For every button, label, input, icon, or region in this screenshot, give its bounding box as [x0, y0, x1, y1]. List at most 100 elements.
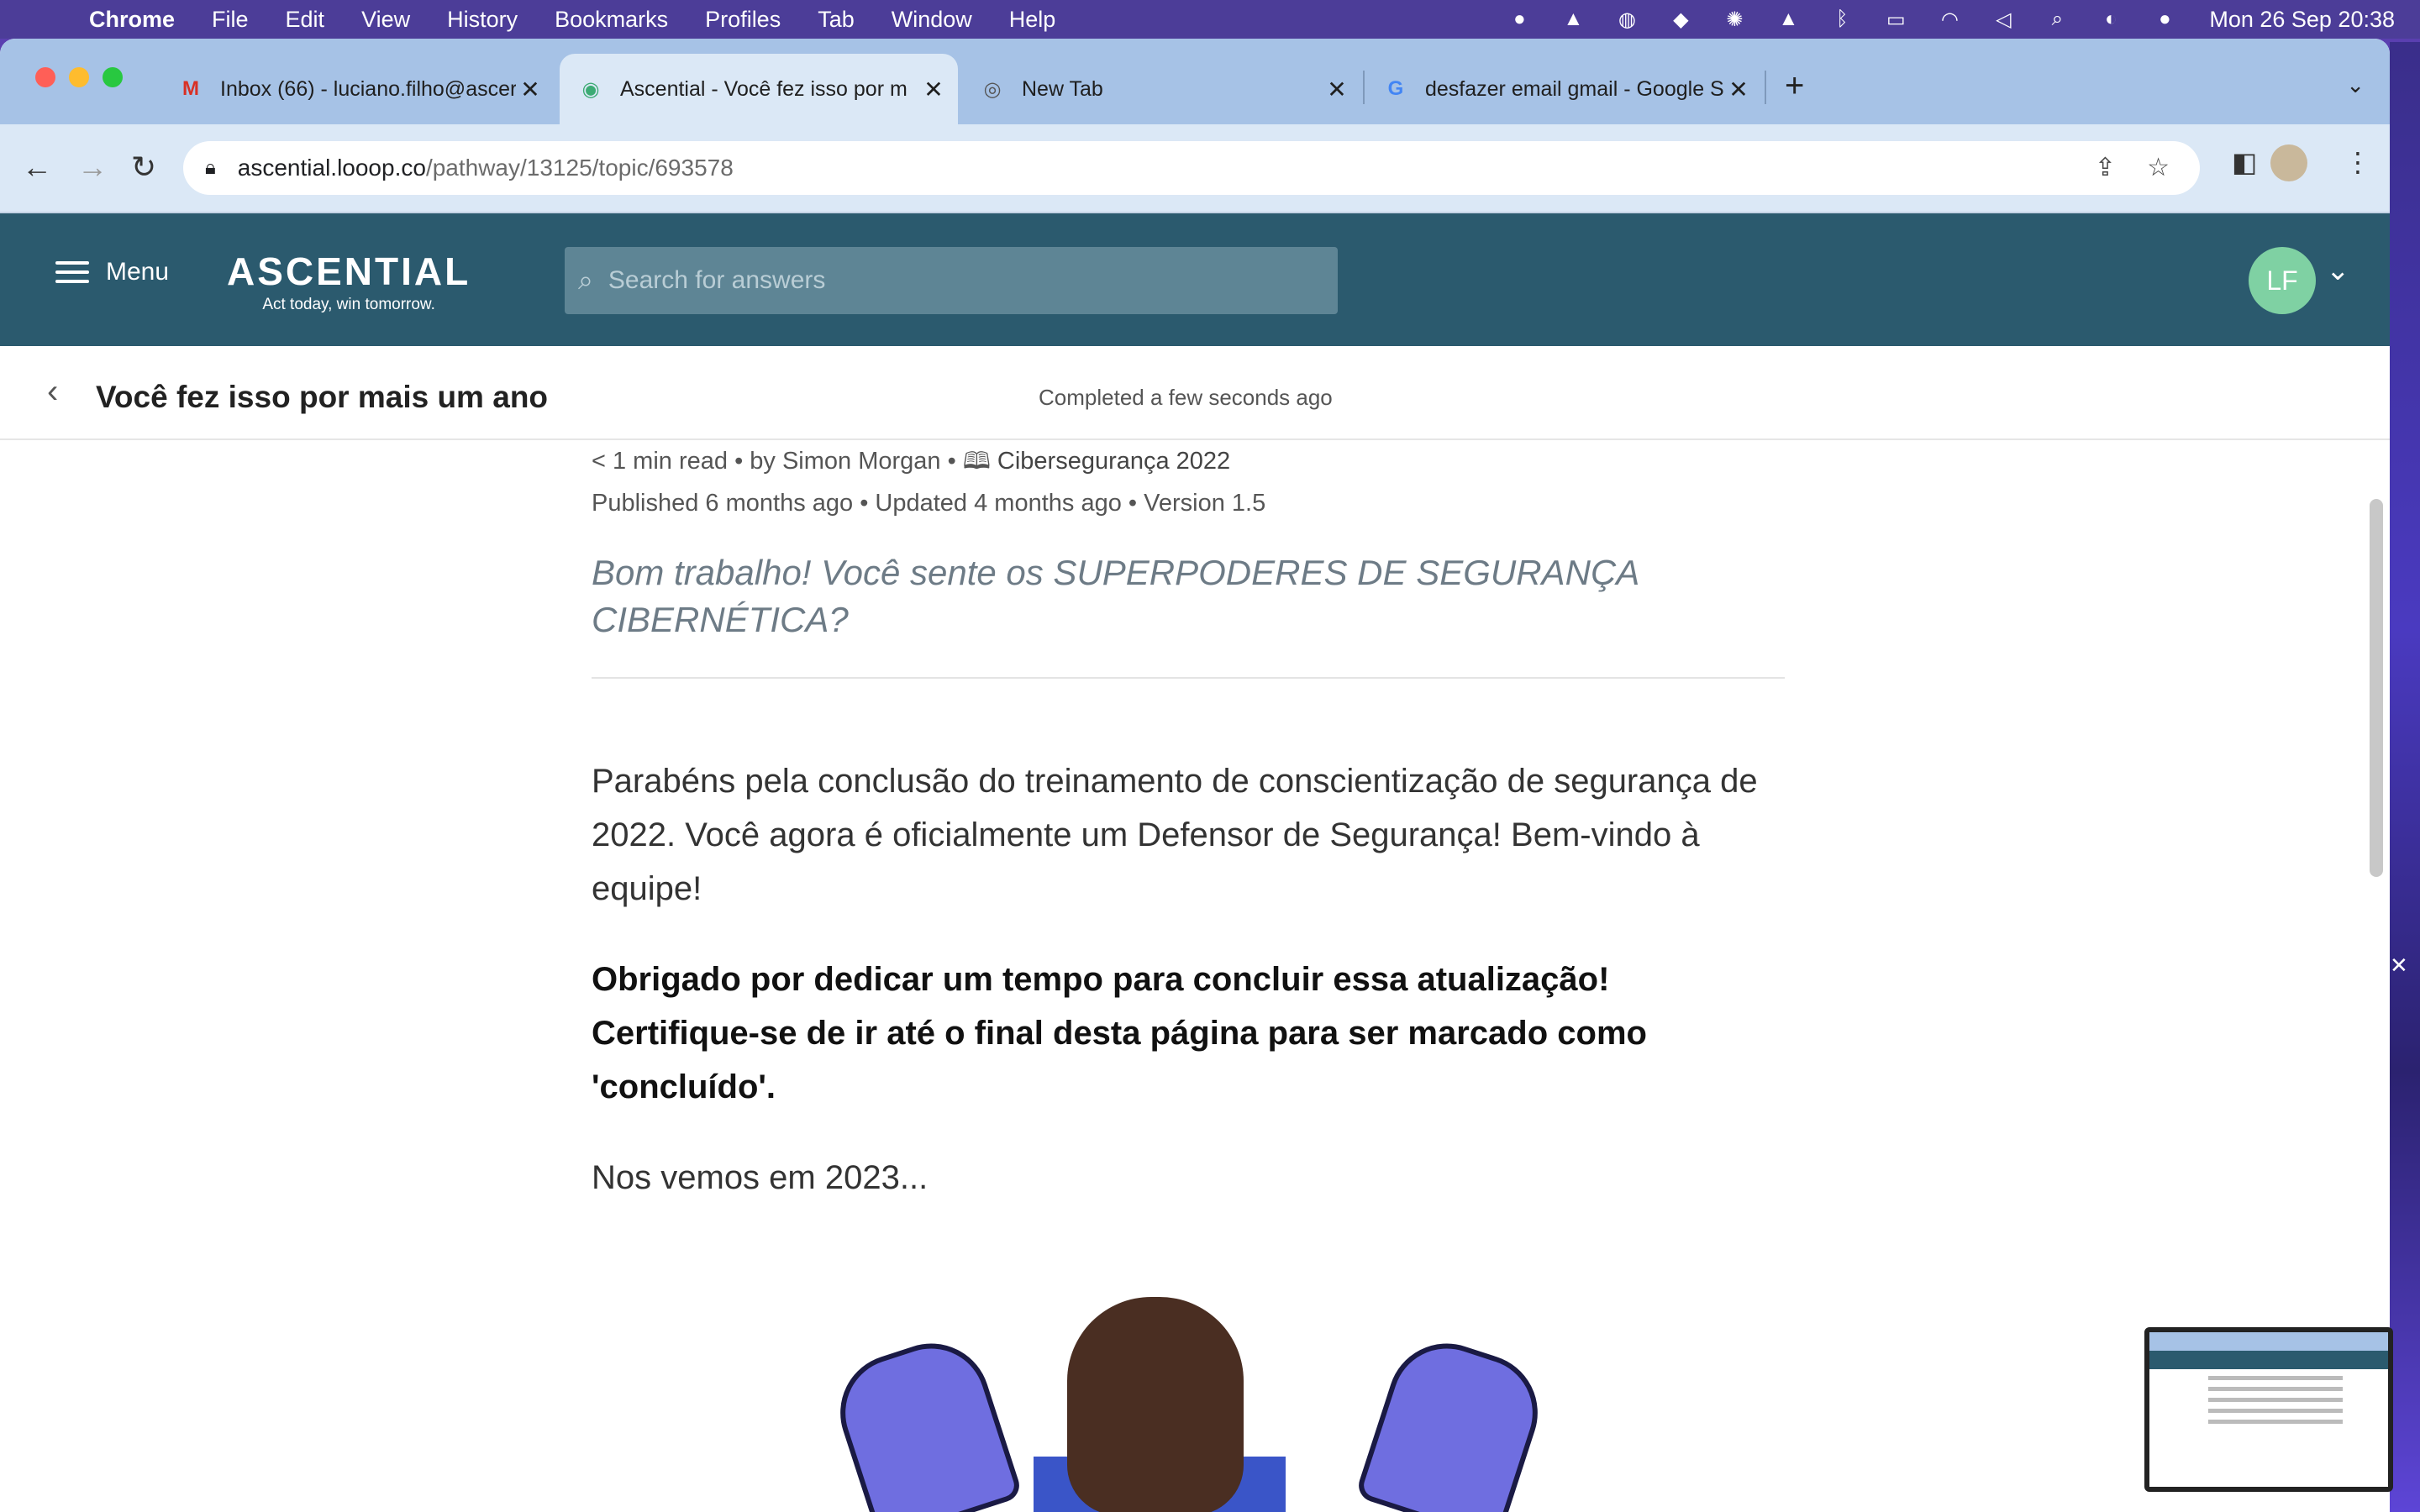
- tab-strip: M Inbox (66) - luciano.filho@ascer ✕ ◉ A…: [0, 39, 2390, 124]
- brand-name: ASCENTIAL: [227, 249, 471, 293]
- address-bar[interactable]: 🔒︎ ascential.looop.co/pathway/13125/topi…: [183, 141, 2200, 195]
- siri-icon[interactable]: ●: [2152, 7, 2177, 32]
- ascential-logo[interactable]: ASCENTIAL Act today, win tomorrow.: [227, 249, 471, 314]
- forward-arrow-icon[interactable]: →: [77, 150, 108, 185]
- looop-icon: ◉: [581, 77, 600, 101]
- tab-search-chevron-icon[interactable]: ⌄: [2346, 72, 2365, 98]
- reload-icon[interactable]: ↻: [131, 150, 156, 185]
- gmail-icon: M: [182, 77, 199, 100]
- tab-title: New Tab: [1022, 76, 1103, 101]
- menu-label: Menu: [106, 258, 170, 286]
- control-center-icon[interactable]: ◐: [2098, 7, 2123, 32]
- thumb-line: [2208, 1387, 2343, 1391]
- search-placeholder: Search for answers: [608, 266, 826, 294]
- tab-title: Ascential - Você fez isso por m: [620, 76, 908, 101]
- search-icon: ⌕: [578, 265, 593, 295]
- tab-new-tab[interactable]: ◎ New Tab ✕: [961, 54, 1361, 124]
- back-arrow-icon[interactable]: ←: [22, 150, 52, 185]
- menu-bookmarks[interactable]: Bookmarks: [555, 7, 668, 33]
- thumb-line: [2208, 1420, 2343, 1424]
- tab-gmail[interactable]: M Inbox (66) - luciano.filho@ascer ✕: [160, 54, 555, 124]
- zoom-window-button[interactable]: [103, 67, 123, 87]
- menu-profiles[interactable]: Profiles: [705, 7, 781, 33]
- close-tab-icon[interactable]: ✕: [1724, 76, 1753, 103]
- close-tab-icon[interactable]: ✕: [919, 76, 948, 103]
- url-domain: ascential.looop.co: [237, 155, 426, 181]
- paragraph-bold: Obrigado por dedicar um tempo para concl…: [592, 961, 1647, 1105]
- tab-ascential[interactable]: ◉ Ascential - Você fez isso por m ✕: [560, 54, 958, 124]
- elephant-icon[interactable]: ◆: [1668, 7, 1693, 32]
- menu-help[interactable]: Help: [1009, 7, 1056, 33]
- book-icon: 🕮︎: [962, 448, 991, 474]
- close-tab-icon[interactable]: ✕: [1323, 76, 1351, 103]
- spotlight-search-icon[interactable]: ⌕: [2044, 7, 2070, 32]
- topic-meta: < 1 min read • by Simon Morgan • 🕮︎ Cibe…: [592, 440, 1785, 524]
- globe-icon[interactable]: ◍: [1614, 7, 1639, 32]
- paragraph: Nos vemos em 2023...: [592, 1159, 929, 1196]
- macos-menu-bar: Chrome File Edit View History Bookmarks …: [0, 0, 2420, 39]
- thumb-line: [2208, 1376, 2343, 1380]
- menu-file[interactable]: File: [212, 7, 249, 33]
- share-icon[interactable]: ⇪: [2095, 153, 2116, 182]
- chevron-down-icon[interactable]: ⌄: [2326, 254, 2350, 287]
- triangle-icon[interactable]: ▲: [1776, 7, 1801, 32]
- avatar[interactable]: LF: [2249, 247, 2316, 314]
- window-controls: [35, 67, 136, 87]
- thumb-line: [2208, 1409, 2343, 1413]
- google-icon: G: [1387, 77, 1404, 100]
- tab-title: Inbox (66) - luciano.filho@ascer: [220, 76, 516, 101]
- drive-icon[interactable]: ▲: [1560, 7, 1586, 32]
- menu-app-name[interactable]: Chrome: [89, 7, 175, 33]
- menu-clock[interactable]: Mon 26 Sep 20:38: [2209, 7, 2395, 33]
- page-scrollbar[interactable]: [2370, 499, 2383, 877]
- meta-read-author: < 1 min read • by Simon Morgan •: [592, 448, 963, 475]
- tab-google-search[interactable]: G desfazer email gmail - Google S ✕: [1365, 54, 1763, 124]
- superhero-image: [824, 1289, 1555, 1512]
- meta-dates: Published 6 months ago • Updated 4 month…: [592, 490, 1266, 517]
- bookmark-star-icon[interactable]: ☆: [2147, 153, 2170, 182]
- new-tab-button[interactable]: +: [1785, 67, 1804, 105]
- close-icon[interactable]: ✕: [2390, 953, 2408, 979]
- volume-icon[interactable]: ◁: [1991, 7, 2016, 32]
- browser-toolbar: ← → ↻ 🔒︎ ascential.looop.co/pathway/1312…: [0, 124, 2390, 213]
- wifi-icon[interactable]: ◠: [1937, 7, 1962, 32]
- web-page: Menu ASCENTIAL Act today, win tomorrow. …: [0, 213, 2390, 1512]
- brand-tagline: Act today, win tomorrow.: [262, 296, 435, 313]
- desktop-background: [2390, 42, 2420, 1512]
- menu-button[interactable]: Menu: [55, 255, 169, 289]
- right-fist-graphic: [1354, 1328, 1554, 1512]
- menu-tab[interactable]: Tab: [818, 7, 855, 33]
- thumb-header: [2149, 1351, 2388, 1369]
- chrome-profile-avatar[interactable]: [2270, 144, 2307, 181]
- tab-separator: [1765, 71, 1766, 104]
- side-panel-icon[interactable]: ◧: [2232, 146, 2257, 178]
- thumb-tabstrip: [2149, 1332, 2388, 1351]
- menu-history[interactable]: History: [447, 7, 518, 33]
- lead-text: Bom trabalho! Você sente os SUPERPODERES…: [592, 549, 1785, 679]
- menu-window[interactable]: Window: [892, 7, 972, 33]
- battery-icon[interactable]: ▭: [1883, 7, 1908, 32]
- person-head-graphic: [1067, 1297, 1244, 1512]
- completion-status: Completed a few seconds ago: [1039, 385, 1333, 410]
- more-menu-icon[interactable]: ⋮: [2344, 146, 2371, 178]
- lock-icon[interactable]: 🔒︎: [205, 156, 216, 180]
- search-input[interactable]: ⌕ Search for answers: [565, 247, 1338, 314]
- menu-view[interactable]: View: [361, 7, 410, 33]
- bluetooth-icon[interactable]: ᛒ: [1829, 7, 1854, 32]
- back-chevron-icon[interactable]: ‹: [47, 373, 58, 411]
- left-fist-graphic: [824, 1328, 1024, 1512]
- topic-header: ‹ Você fez isso por mais um ano Complete…: [0, 346, 2390, 440]
- app-header: Menu ASCENTIAL Act today, win tomorrow. …: [0, 213, 2390, 346]
- brightness-icon[interactable]: ✺: [1722, 7, 1747, 32]
- pathway-link[interactable]: Cibersegurança 2022: [997, 448, 1230, 475]
- chrome-window: M Inbox (66) - luciano.filho@ascer ✕ ◉ A…: [0, 39, 2390, 1512]
- menu-edit[interactable]: Edit: [286, 7, 325, 33]
- close-window-button[interactable]: [35, 67, 55, 87]
- status-icons: ● ▲ ◍ ◆ ✺ ▲ ᛒ ▭ ◠ ◁ ⌕ ◐ ● Mon 26 Sep 20:…: [1478, 0, 2395, 39]
- close-tab-icon[interactable]: ✕: [516, 76, 544, 103]
- screenshot-thumbnail[interactable]: [2144, 1327, 2393, 1492]
- page-title: Você fez isso por mais um ano: [96, 380, 549, 414]
- minimize-window-button[interactable]: [69, 67, 89, 87]
- grammarly-icon[interactable]: ●: [1507, 7, 1532, 32]
- thumb-line: [2208, 1398, 2343, 1402]
